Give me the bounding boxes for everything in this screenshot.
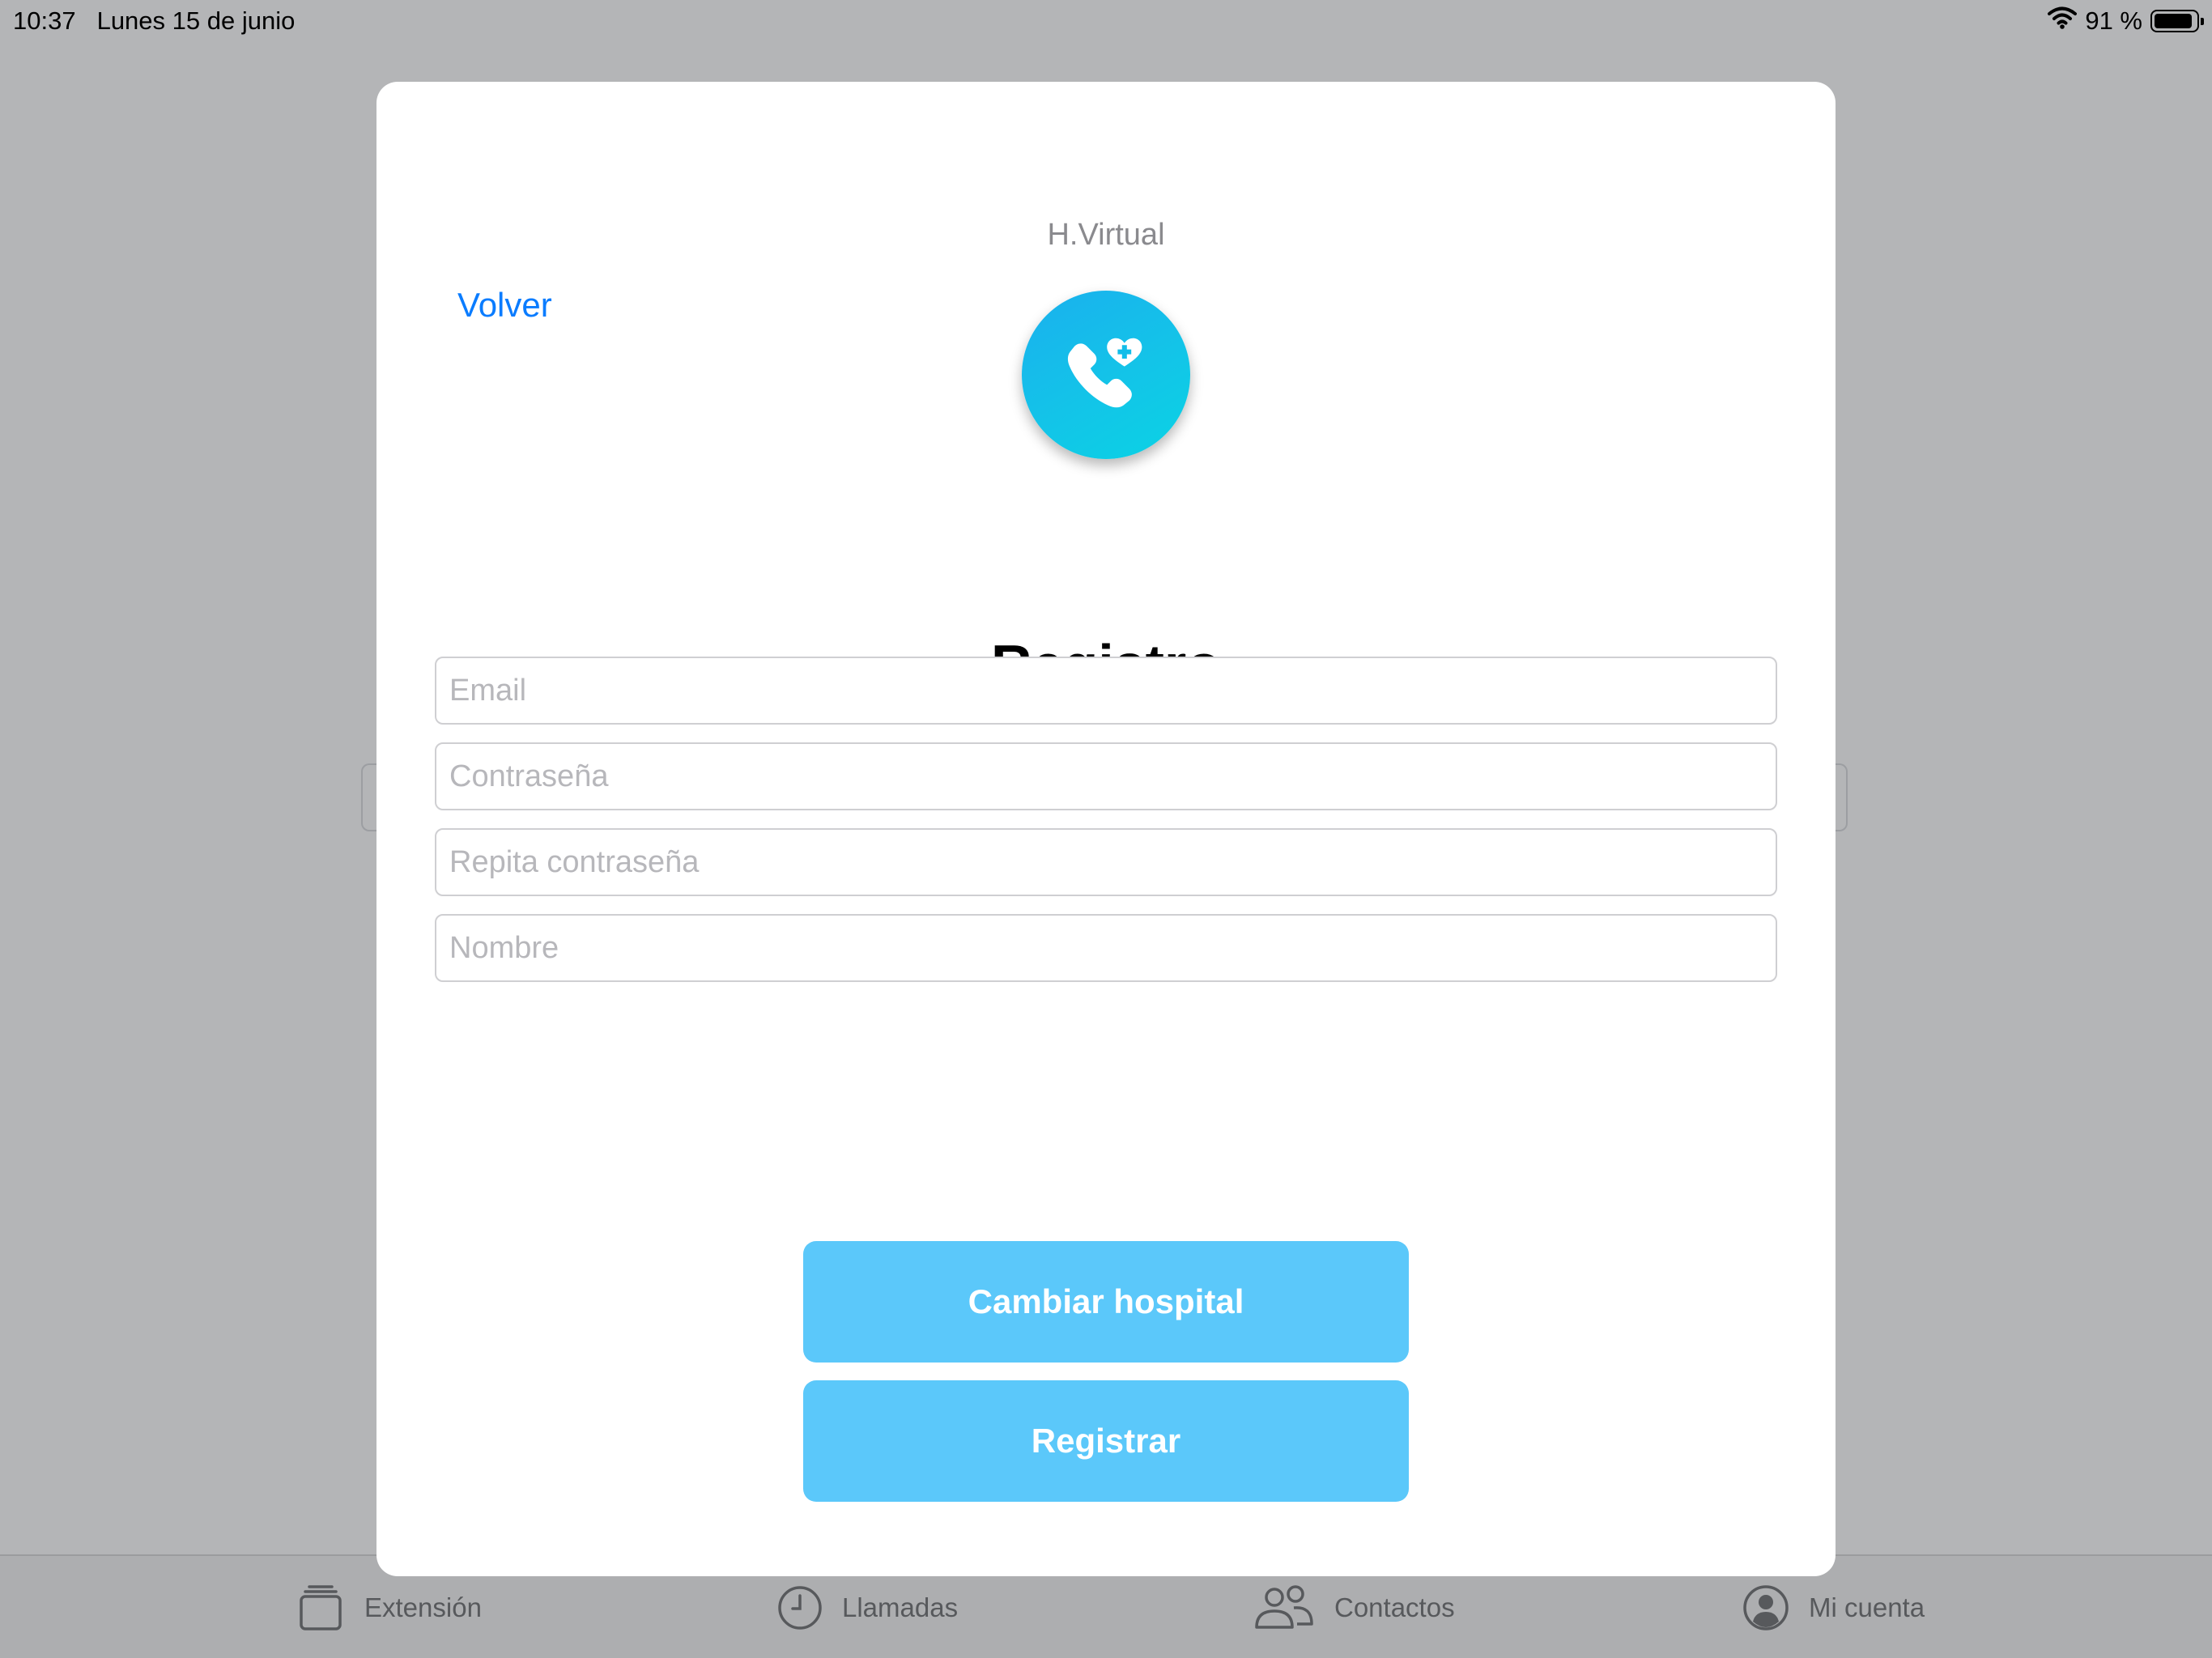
change-hospital-button[interactable]: Cambiar hospital bbox=[803, 1241, 1409, 1363]
battery-percent: 91 % bbox=[2085, 6, 2142, 35]
status-bar: 10:37 Lunes 15 de junio 91 % bbox=[0, 0, 2212, 42]
battery-fill bbox=[2155, 14, 2192, 28]
tab-label: Llamadas bbox=[842, 1592, 959, 1622]
status-date: Lunes 15 de junio bbox=[96, 6, 296, 35]
status-indicators: 91 % bbox=[2048, 0, 2204, 42]
email-field[interactable] bbox=[435, 657, 1777, 725]
account-icon bbox=[1742, 1584, 1789, 1631]
tab-label: Contactos bbox=[1334, 1592, 1455, 1622]
back-button[interactable]: Volver bbox=[457, 286, 552, 325]
modal-title: H.Virtual bbox=[1047, 218, 1165, 252]
password-field[interactable] bbox=[435, 742, 1777, 810]
app-logo bbox=[1022, 291, 1190, 459]
tab-label: Extensión bbox=[364, 1592, 482, 1622]
tab-label: Mi cuenta bbox=[1809, 1592, 1925, 1622]
battery-icon bbox=[2150, 10, 2204, 32]
repeat-password-field[interactable] bbox=[435, 828, 1777, 896]
clock-icon bbox=[777, 1585, 823, 1630]
phone-heart-icon bbox=[1057, 325, 1155, 426]
battery-tip bbox=[2201, 18, 2204, 25]
people-icon bbox=[1253, 1585, 1315, 1630]
extension-cards-icon bbox=[296, 1584, 345, 1632]
wifi-icon bbox=[2048, 6, 2078, 36]
register-button[interactable]: Registrar bbox=[803, 1380, 1409, 1502]
name-field[interactable] bbox=[435, 914, 1777, 982]
status-time: 10:37 bbox=[13, 6, 76, 35]
registration-modal: H.Virtual Volver Registro Cambiar hospit… bbox=[376, 82, 1836, 1576]
